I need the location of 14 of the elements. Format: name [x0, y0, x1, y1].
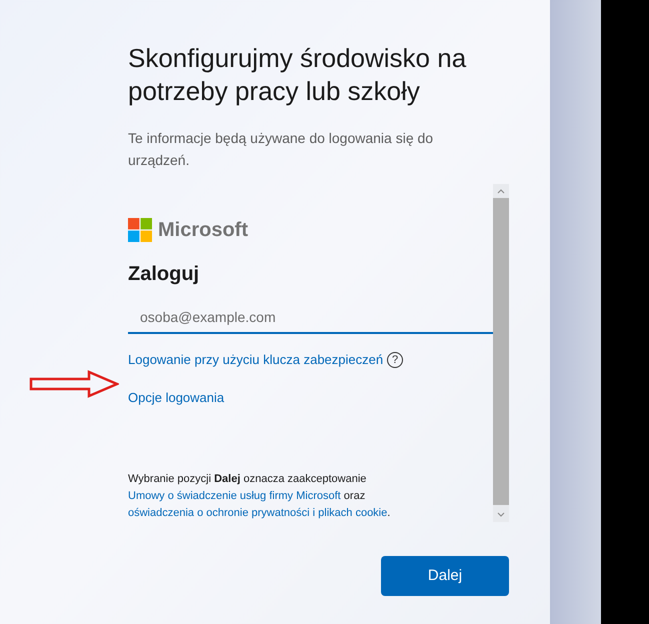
sign-in-title: Zaloguj [128, 262, 200, 287]
email-field[interactable]: osoba@example.com [128, 301, 493, 334]
terms-link[interactable]: oświadczenia o ochronie prywatności i plikach cookie [128, 507, 388, 519]
security-key-link[interactable]: Logowanie przy użyciu klucza zabezpieczeń [128, 350, 384, 370]
logo-icon [128, 218, 152, 242]
sign-in-options-link[interactable]: Opcje logowania [128, 388, 493, 407]
help-button[interactable]: ? [387, 352, 404, 368]
terms-link[interactable]: Umowy o świadczenie usług firmy Microsoft [128, 490, 341, 502]
arrow-icon [29, 370, 119, 398]
terms-text: Wybranie pozycji Dalej oznacza zaakceptowanie Umowy o świadczenie usług firmy Microsoft oraz oświadczenia o ochronie prywatności i plikach cookie. [128, 472, 392, 521]
brand-name: Microsoft [158, 218, 248, 243]
next-button[interactable]: Dalej [381, 556, 509, 596]
page-heading: Skonfigurujmy środowisko na potrzeby pracy lub szkoły [128, 42, 468, 108]
page-subtitle: Te informacje będą używane do logowania się do urządzeń. [128, 129, 434, 170]
